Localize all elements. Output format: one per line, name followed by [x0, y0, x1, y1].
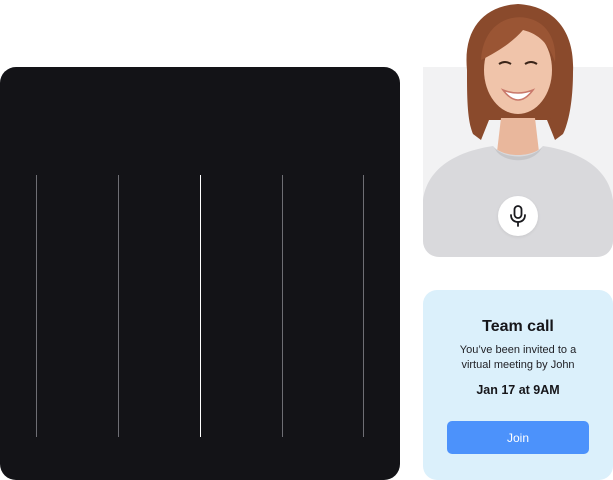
microphone-button[interactable]	[498, 196, 538, 236]
invite-title: Team call	[482, 318, 554, 335]
invite-message: You’ve been invited to a virtual meeting…	[459, 344, 577, 371]
video-divider-line	[282, 175, 283, 437]
video-panel	[0, 67, 400, 480]
join-button[interactable]: Join	[447, 421, 589, 454]
video-divider-line	[36, 175, 37, 437]
participant-video-tile	[423, 4, 613, 257]
video-divider-line	[363, 175, 364, 437]
microphone-icon	[510, 205, 526, 227]
video-divider-line	[118, 175, 119, 437]
video-divider-line-active	[200, 175, 201, 437]
invite-time: Jan 17 at 9AM	[476, 383, 560, 397]
meeting-invite-card: Team call You’ve been invited to a virtu…	[423, 290, 613, 480]
